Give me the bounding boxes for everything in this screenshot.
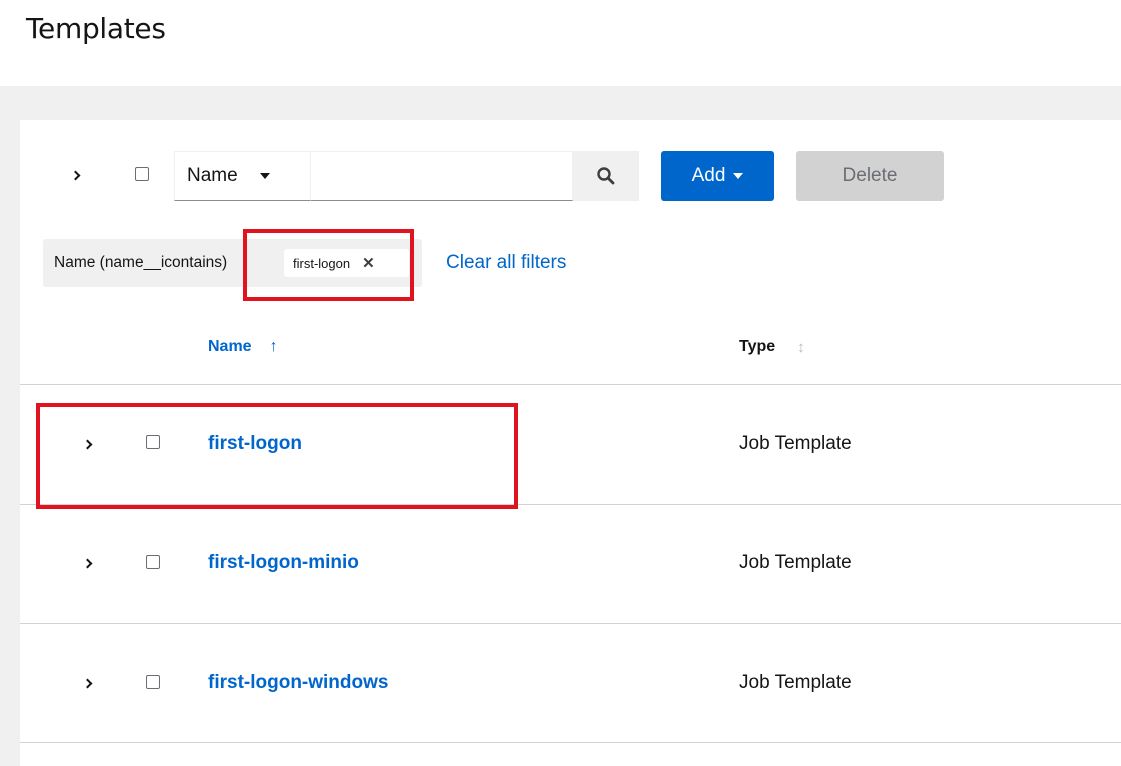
template-name-link[interactable]: first-logon: [208, 433, 302, 455]
close-icon[interactable]: ✕: [362, 254, 375, 272]
row-checkbox[interactable]: [146, 555, 160, 569]
add-button-label: Add: [691, 165, 726, 186]
row-checkbox[interactable]: [146, 675, 160, 689]
chip-group-category: Name (name__icontains): [54, 254, 228, 271]
chevron-right-icon: [82, 678, 92, 688]
column-header-name[interactable]: Name ↑: [208, 338, 278, 356]
sort-ascending-icon: ↑: [269, 338, 278, 355]
table-divider: [20, 742, 1121, 743]
delete-button-label: Delete: [842, 165, 898, 186]
table-divider: [20, 504, 1121, 505]
page-header: Templates: [0, 0, 1121, 86]
sort-icon: ↕: [797, 338, 805, 356]
chevron-right-icon: [70, 170, 80, 180]
caret-down-icon: [259, 173, 270, 179]
filter-chip-group: Name (name__icontains) first-logon ✕: [43, 239, 422, 287]
clear-all-filters-link[interactable]: Clear all filters: [446, 252, 566, 274]
filter-group: Name: [174, 151, 639, 201]
filter-chip-text: first-logon: [293, 255, 351, 271]
table-divider: [20, 384, 1121, 385]
template-type: Job Template: [739, 672, 852, 693]
search-icon: [597, 167, 615, 185]
column-header-type[interactable]: Type ↕: [739, 338, 805, 356]
template-type: Job Template: [739, 552, 852, 573]
filter-chip: first-logon ✕: [284, 249, 409, 277]
row-expand-toggle[interactable]: [78, 552, 96, 574]
column-header-name-label: Name: [208, 338, 252, 355]
add-button[interactable]: Add: [661, 151, 774, 201]
row-checkbox[interactable]: [146, 435, 160, 449]
caret-down-icon: [733, 173, 744, 179]
search-input[interactable]: [311, 151, 573, 201]
filter-attribute-label: Name: [187, 165, 238, 186]
template-name-link[interactable]: first-logon-windows: [208, 672, 388, 694]
template-type: Job Template: [739, 433, 852, 454]
search-button[interactable]: [573, 151, 639, 201]
page-title: Templates: [26, 12, 166, 45]
row-expand-toggle[interactable]: [78, 433, 96, 455]
filter-attribute-select[interactable]: Name: [174, 151, 311, 201]
table-divider: [20, 623, 1121, 624]
row-expand-toggle[interactable]: [78, 672, 96, 694]
chevron-right-icon: [82, 558, 92, 568]
column-header-type-label: Type: [739, 338, 776, 355]
expand-all-toggle[interactable]: [66, 164, 84, 186]
template-name-link[interactable]: first-logon-minio: [208, 552, 359, 574]
select-all-checkbox[interactable]: [135, 167, 149, 181]
templates-card: [20, 120, 1121, 766]
chevron-right-icon: [82, 439, 92, 449]
delete-button[interactable]: Delete: [796, 151, 944, 201]
